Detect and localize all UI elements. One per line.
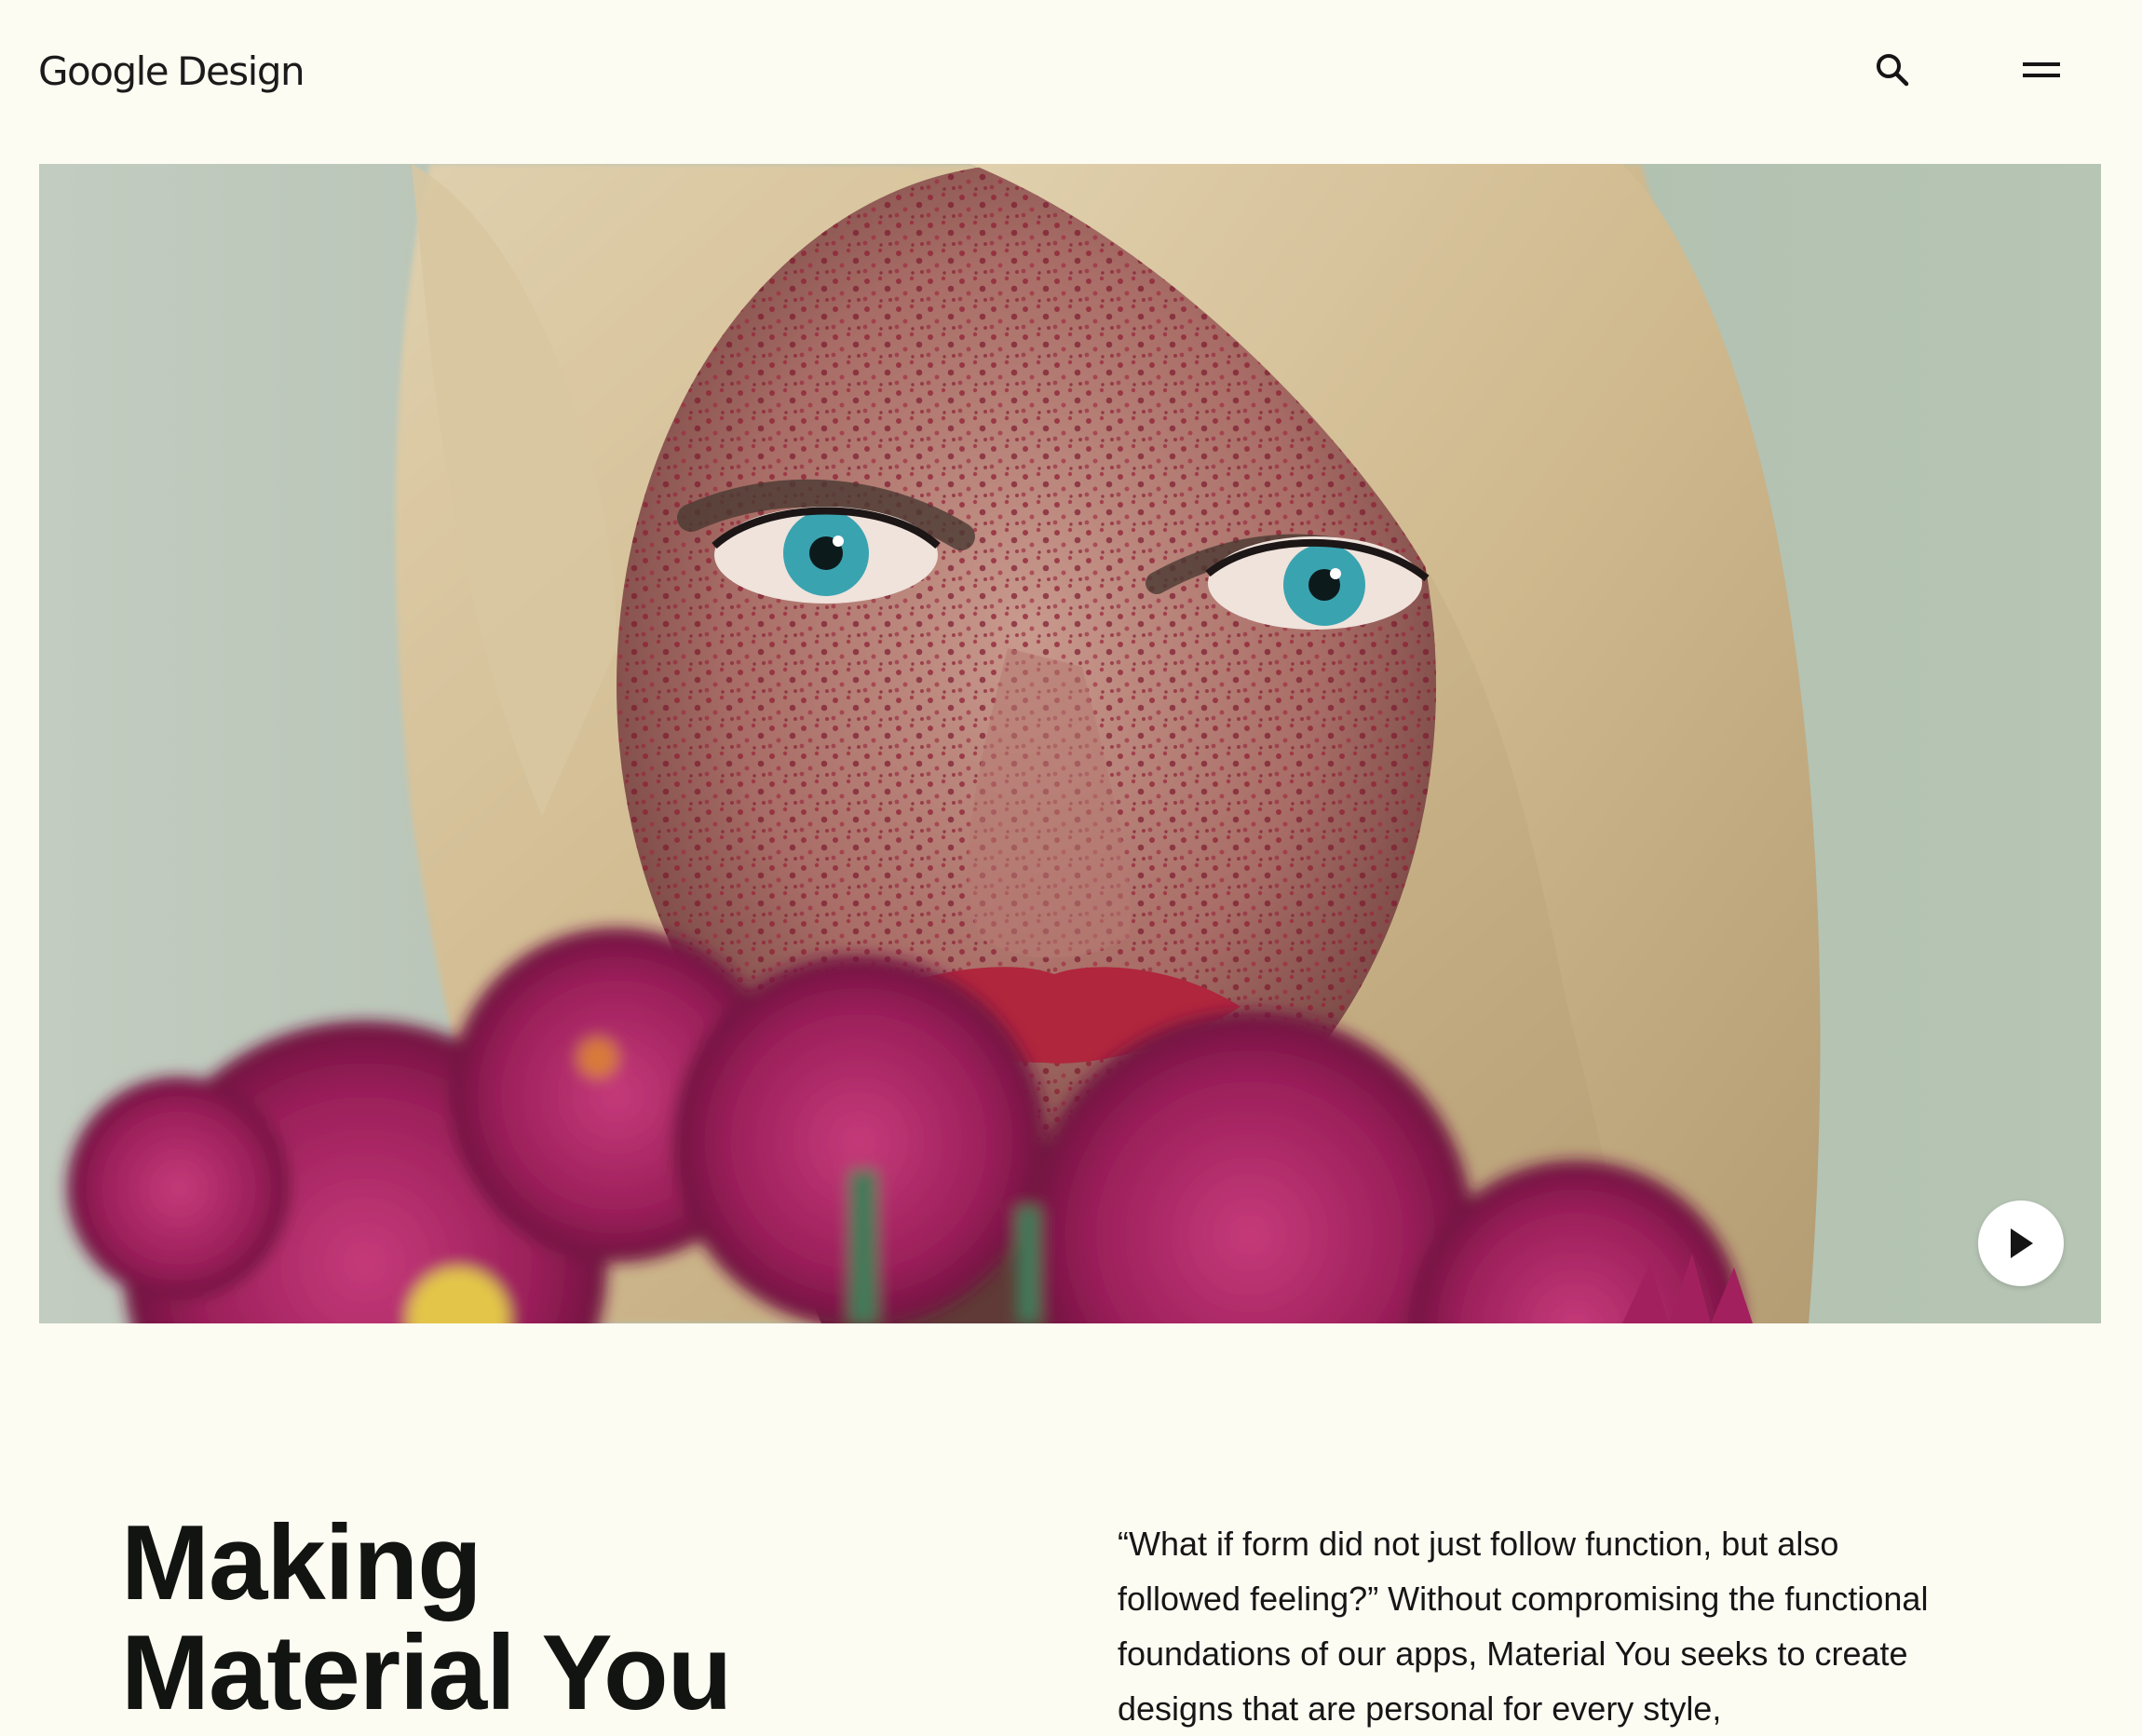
google-design-logo[interactable]: Google Design <box>38 44 305 100</box>
article-title: Making Material You <box>121 1504 732 1732</box>
hero-image <box>39 164 2101 1323</box>
play-button[interactable] <box>1978 1200 2064 1286</box>
search-icon <box>1877 54 1909 87</box>
menu-button[interactable] <box>2012 42 2071 98</box>
search-button[interactable] <box>1863 42 1922 98</box>
menu-icon <box>2023 62 2060 77</box>
logo-google-text: Google <box>38 48 169 94</box>
article-title-line-1: Making <box>121 1504 482 1622</box>
site-header: Google Design <box>0 0 2142 140</box>
hero-video[interactable] <box>39 164 2101 1323</box>
logo-design-text: Design <box>177 48 305 94</box>
play-icon <box>2011 1228 2033 1258</box>
article-title-line-2: Material You <box>121 1614 732 1732</box>
article-intro: “What if form did not just follow functi… <box>1118 1525 1929 1728</box>
